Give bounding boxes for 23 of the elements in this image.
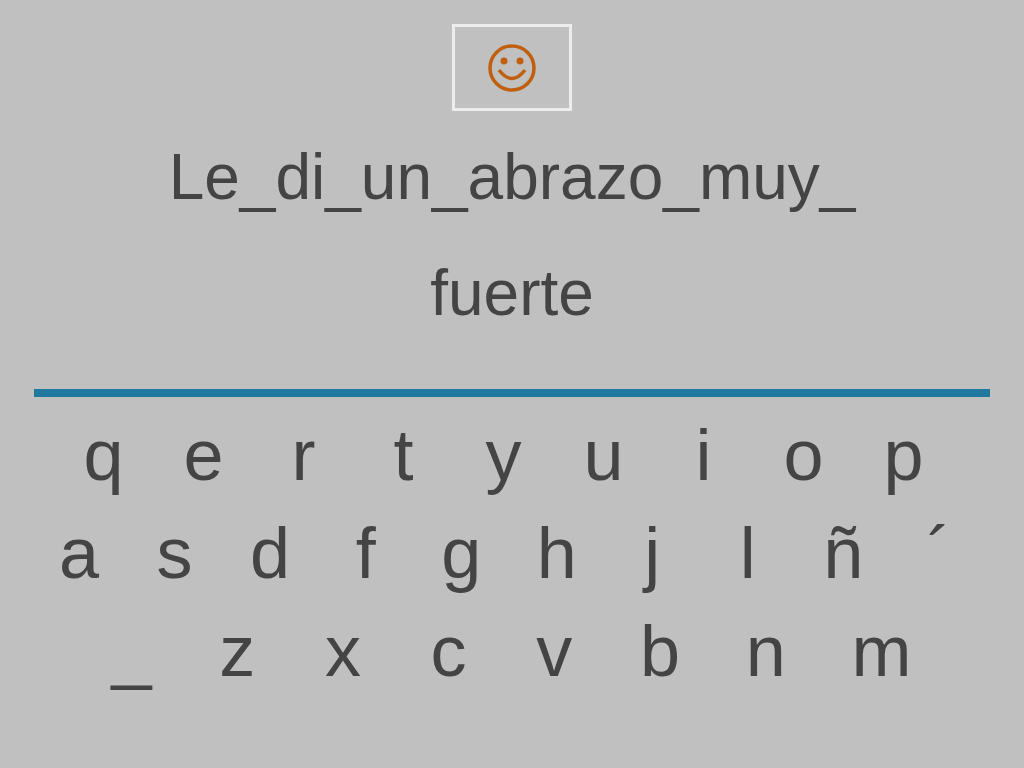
smiley-icon — [487, 42, 537, 93]
letter-key[interactable]: n — [745, 615, 786, 687]
letter-key[interactable]: h — [536, 517, 577, 589]
letter-key[interactable]: v — [534, 615, 575, 687]
answer-text: fuerte — [430, 261, 594, 325]
letter-key[interactable]: c — [428, 615, 469, 687]
letter-key[interactable]: u — [583, 419, 624, 491]
letter-key[interactable]: b — [640, 615, 681, 687]
letter-key[interactable]: l — [727, 517, 768, 589]
letter-key[interactable]: o — [783, 419, 824, 491]
letter-key[interactable]: e — [183, 419, 224, 491]
letter-key[interactable]: ´ — [918, 517, 959, 589]
letter-key[interactable]: f — [345, 517, 386, 589]
letter-key[interactable]: a — [59, 517, 100, 589]
letter-key[interactable]: x — [322, 615, 363, 687]
letter-key[interactable]: s — [154, 517, 195, 589]
letter-key[interactable]: m — [851, 615, 912, 687]
letter-key[interactable]: t — [383, 419, 424, 491]
letter-key[interactable]: ñ — [823, 517, 864, 589]
letter-key[interactable]: i — [683, 419, 724, 491]
letter-key[interactable]: z — [217, 615, 258, 687]
letter-key[interactable]: d — [250, 517, 291, 589]
letter-key[interactable]: r — [283, 419, 324, 491]
